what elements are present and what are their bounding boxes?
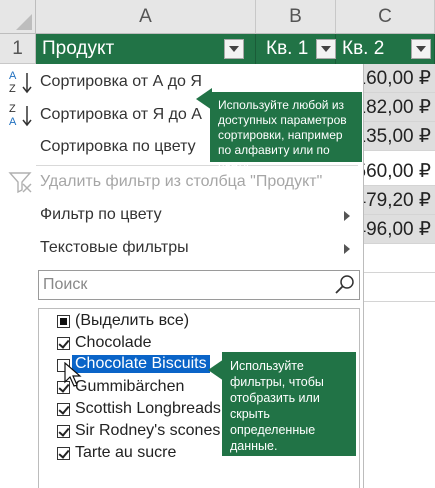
item-checkbox[interactable] [57,403,70,416]
column-header-a[interactable]: A [36,0,256,34]
sort-z-to-a-item[interactable]: Сортировка от Я до А [40,106,202,124]
item-checkbox[interactable] [57,337,70,350]
column-header-b[interactable]: B [256,0,336,34]
q1-filter-dropdown-button[interactable] [316,39,336,59]
svg-text:Z: Z [9,83,16,95]
menu-divider [36,165,358,166]
product-filter-dropdown-button[interactable] [224,39,244,59]
item-checkbox[interactable] [57,447,70,460]
submenu-chevron-right-icon [344,211,350,221]
cell-c-value[interactable]: 160,00 ₽ [364,64,435,93]
cell-c-empty[interactable] [364,244,435,273]
search-placeholder: Поиск [43,276,88,293]
sort-a-to-z-item[interactable]: Сортировка от А до Я [40,73,202,91]
svg-text:A: A [9,70,17,82]
sort-ascending-icon: A Z [9,70,32,95]
submenu-chevron-right-icon [344,244,350,254]
cell-c-value[interactable]: 135,00 ₽ [364,122,435,151]
cell-c-value[interactable]: 479,20 ₽ [364,186,435,215]
list-item-label[interactable]: Tarte au sucre [75,444,176,462]
header-q2-label: Кв. 2 [342,38,385,59]
column-header-c[interactable]: C [336,0,435,34]
svg-text:Z: Z [9,103,16,115]
cell-c-empty[interactable] [364,273,435,302]
header-q1-label: Кв. 1 [266,38,309,59]
sort-descending-icon: Z A [9,103,32,128]
filter-tip-callout: Используйте фильтры, чтобы отобразить ил… [222,352,356,456]
header-product-label: Продукт [42,38,115,59]
svg-text:A: A [9,116,17,128]
q2-filter-dropdown-button[interactable] [411,39,431,59]
row-header-1[interactable]: 1 [0,34,36,64]
filter-by-color-item[interactable]: Фильтр по цвету [40,206,162,224]
sort-by-color-item[interactable]: Сортировка по цвету [40,138,196,156]
list-item-label[interactable]: (Выделить все) [75,312,189,330]
cell-c-value[interactable]: 182,00 ₽ [364,93,435,122]
sort-tip-callout: Используйте любой из доступных параметро… [210,92,362,172]
item-checkbox[interactable] [57,425,70,438]
mouse-pointer-icon [64,362,82,387]
select-all-corner[interactable] [0,0,36,34]
list-item-label[interactable]: Scottish Longbreads [75,400,221,418]
filter-search-input[interactable]: Поиск [38,270,360,300]
text-filters-item[interactable]: Текстовые фильтры [40,239,189,257]
list-item-label[interactable]: Chocolade [75,334,152,352]
list-item-label[interactable]: Gummibärchen [75,378,184,396]
cell-c-value[interactable]: 560,00 ₽ [364,157,435,186]
clear-filter-item[interactable]: Удалить фильтр из столбца "Продукт" [40,173,322,191]
list-item-label-selected[interactable]: Chocolate Biscuits [72,355,210,373]
clear-filter-icon [8,172,32,194]
cell-c-value[interactable]: 496,00 ₽ [364,215,435,244]
select-all-checkbox[interactable] [57,315,70,328]
search-icon[interactable] [334,274,356,296]
list-item-label[interactable]: Sir Rodney's scones [75,422,220,440]
header-cell-product[interactable]: Продукт [36,34,256,64]
